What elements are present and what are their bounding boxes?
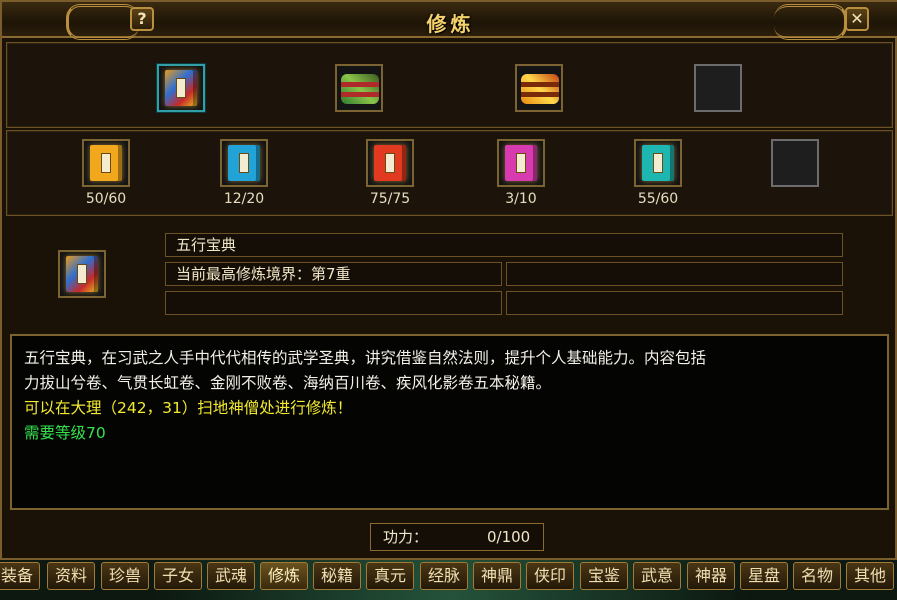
window-title: 修炼: [426, 12, 475, 36]
teal-book-slot[interactable]: [634, 139, 682, 187]
tab-cultivation[interactable]: 修炼: [260, 562, 308, 590]
red-book-icon: [374, 145, 406, 181]
yellow-book-slot[interactable]: [82, 139, 130, 187]
blue-book-slot[interactable]: [220, 139, 268, 187]
power-label: 功力：: [383, 528, 429, 546]
green-bundle-slot[interactable]: [335, 64, 383, 112]
tab-hero-seal[interactable]: 侠印: [526, 562, 574, 590]
red-book-count: 75/75: [369, 191, 411, 207]
empty-book-slot[interactable]: [771, 139, 819, 187]
power-value: 0/100: [487, 528, 531, 546]
level-requirement: 需要等级70: [24, 424, 106, 442]
yellow-book-count: 50/60: [85, 191, 127, 207]
wuxing-book-icon: [66, 256, 98, 292]
tab-martial-intent[interactable]: 武意: [633, 562, 681, 590]
info-field-empty-1: [506, 262, 843, 286]
tab-others[interactable]: 其他: [846, 562, 894, 590]
pink-book-count: 3/10: [505, 191, 537, 207]
character-tabs: 装备 资料 珍兽 子女 武魂 修炼 秘籍 真元 经脉 神鼎 侠印 宝鉴 武意 神…: [0, 560, 897, 600]
tab-true-essence[interactable]: 真元: [366, 562, 414, 590]
top-slot-panel: [6, 42, 893, 128]
scroll-bundle-gold-icon: [521, 74, 559, 104]
description-line-2: 力拔山兮卷、气贯长虹卷、金刚不败卷、海纳百川卷、疾风化影卷五本秘籍。: [24, 374, 552, 392]
pink-book-slot[interactable]: [497, 139, 545, 187]
close-button[interactable]: ✕: [845, 7, 869, 31]
realm-field: 当前最高修炼境界：第7重: [165, 262, 502, 286]
tab-profile[interactable]: 资料: [47, 562, 95, 590]
tab-pets[interactable]: 珍兽: [101, 562, 149, 590]
tab-divine-cauldron[interactable]: 神鼎: [473, 562, 521, 590]
wuxing-book-icon: [165, 70, 197, 106]
title-bar[interactable]: ? 修炼 ✕: [2, 2, 897, 40]
blue-book-icon: [228, 145, 260, 181]
tab-star-disc[interactable]: 星盘: [740, 562, 788, 590]
gold-bundle-slot[interactable]: [515, 64, 563, 112]
teal-book-count: 55/60: [637, 191, 679, 207]
training-location[interactable]: 可以在大理（242，31）扫地神僧处进行修炼！: [24, 396, 887, 421]
info-field-empty-2: [165, 291, 502, 315]
scroll-bundle-green-icon: [341, 74, 379, 104]
selected-item-slot: [58, 250, 106, 298]
item-name-field: 五行宝典: [165, 233, 843, 257]
red-book-slot[interactable]: [366, 139, 414, 187]
pink-book-icon: [505, 145, 537, 181]
tab-martial-soul[interactable]: 武魂: [207, 562, 255, 590]
tab-divine-weapon[interactable]: 神器: [687, 562, 735, 590]
wuxing-book-slot[interactable]: [157, 64, 205, 112]
power-display: 功力： 0/100: [370, 523, 544, 551]
tab-famous-items[interactable]: 名物: [793, 562, 841, 590]
cultivation-window: ? 修炼 ✕ 50/60 12/20 75/75 3/10 55/60 五行宝典…: [0, 0, 897, 560]
tab-secret-books[interactable]: 秘籍: [313, 562, 361, 590]
blue-book-count: 12/20: [223, 191, 265, 207]
tab-treasure-mirror[interactable]: 宝鉴: [580, 562, 628, 590]
empty-top-slot[interactable]: [694, 64, 742, 112]
description-box: 五行宝典，在习武之人手中代代相传的武学圣典，讲究借鉴自然法则，提升个人基础能力。…: [10, 334, 889, 510]
info-field-empty-3: [506, 291, 843, 315]
tab-children[interactable]: 子女: [154, 562, 202, 590]
yellow-book-icon: [90, 145, 122, 181]
description-line-1: 五行宝典，在习武之人手中代代相传的武学圣典，讲究借鉴自然法则，提升个人基础能力。…: [24, 349, 707, 367]
teal-book-icon: [642, 145, 674, 181]
tab-meridians[interactable]: 经脉: [420, 562, 468, 590]
tab-equipment[interactable]: 装备: [0, 562, 40, 590]
